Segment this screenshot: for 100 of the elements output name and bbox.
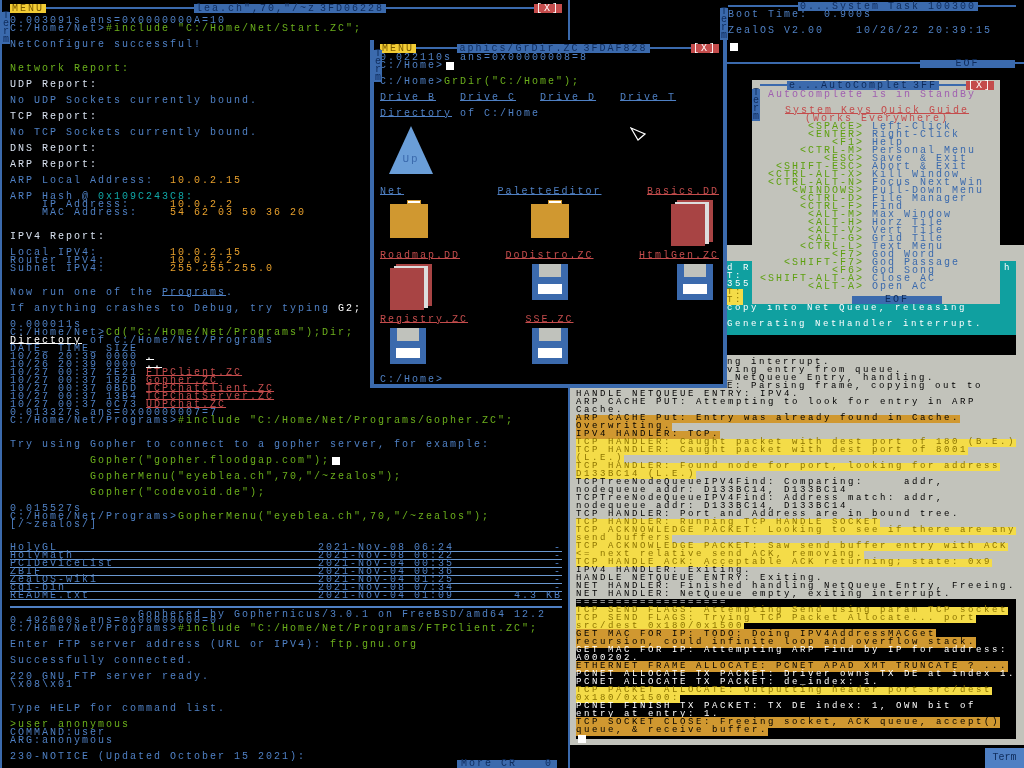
log-line: PCNET ALLOCATE TX PACKET: Driver owns TX DE at index 1. (576, 671, 1017, 679)
file-link[interactable]: Basics.DD (647, 188, 719, 196)
window-title: aphics/GrDir.ZC (457, 43, 582, 53)
heading-text: IPV4 Report: (10, 233, 106, 241)
entry-name-link[interactable]: README.txt (10, 592, 318, 599)
shortcut-action: Close AC (872, 275, 937, 283)
side-tab[interactable]: Term (2, 12, 10, 44)
drive-link[interactable]: Drive T (620, 94, 677, 102)
shortcut-key: <CTRL-L> (760, 243, 864, 251)
window-title: lea.ch",70,"/~z (194, 3, 318, 13)
entry-date: 2021-Nov-04 01:25 (318, 576, 456, 583)
command-text: Cd("C:/Home/Net/Programs");Dir; (106, 329, 355, 337)
shortcut-key: <ESC> (760, 155, 864, 163)
link[interactable]: Programs (162, 289, 227, 297)
shortcut-key: <CTRL-ALT-X> (760, 171, 864, 179)
output-text: of C:/Home/Net/Programs (90, 337, 275, 345)
shortcut-key: <WINDOWS> (760, 187, 864, 195)
mouse-pointer-icon (630, 127, 646, 141)
file-link[interactable]: HtmlGen.ZC (639, 252, 719, 260)
log-line: 355 (727, 281, 751, 289)
term-tab[interactable]: Term (985, 748, 1024, 768)
menu-button[interactable]: MENU (380, 43, 416, 53)
shortcut-key: <SHIFT-ESC> (760, 163, 864, 171)
menu-button[interactable]: MENU (10, 3, 46, 13)
output-text: NetConfigure successful! (10, 41, 203, 49)
drive-link[interactable]: Drive C (460, 94, 517, 102)
output-text: COMMAND:user (10, 729, 106, 737)
output-text: Local IPV4: (10, 249, 98, 257)
window-title: 0...System Task 100300 (797, 1, 978, 11)
entry-date: 2021-Nov-08 06:22 (318, 552, 456, 559)
highlighted-text: G2; (338, 305, 363, 313)
shortcut-action: Open AC (872, 283, 928, 291)
shortcut-key: <CTRL-D> (760, 195, 864, 203)
file-link[interactable]: Registry.ZC (380, 316, 468, 324)
entry-date: 2021-Nov-04 01:09 (318, 592, 456, 599)
output-text: MAC Address: (42, 209, 139, 217)
shortcut-key: <F6> (760, 267, 864, 275)
output-text: [/~zealos/] (10, 521, 98, 529)
entry-name-link[interactable]: HolyGL (10, 544, 318, 551)
file-link[interactable]: TCPChatClient.ZC (146, 385, 275, 393)
entry-name-link[interactable]: PCIDeviceList (10, 560, 318, 567)
value-text: 255.255.255.0 (170, 265, 274, 273)
command-text: ftp.gnu.org (330, 641, 419, 649)
output-text: No UDP Sockets currently bound. (10, 97, 259, 105)
entry-size: - (553, 560, 562, 567)
folder-link[interactable]: PaletteEditor (497, 188, 602, 196)
entry-name-link[interactable]: HolyMath (10, 552, 318, 559)
version-text: ZealOS V2.00 (728, 27, 824, 35)
entry-size: - (554, 584, 562, 591)
side-tab[interactable]: Term (374, 50, 382, 82)
log-fragment: h (1004, 265, 1012, 273)
side-tab[interactable]: Term (720, 8, 728, 40)
folder-link[interactable]: Net (380, 188, 404, 196)
output-text: If anything crashes to Debug, try typing (10, 305, 332, 313)
boot-time-value: 0.900s (824, 11, 873, 19)
value-text: 54 62 03 50 36 20 (170, 209, 307, 217)
side-tab[interactable]: Term (752, 89, 760, 121)
log-line: TCPTreeNodeQueueIPV4Find: Address match: addr, (576, 495, 945, 503)
shortcut-key: <ALT-H> (760, 219, 864, 227)
command-text: GrDir("C:/Home"); (444, 78, 581, 86)
entry-size: - (553, 568, 562, 575)
folder-icon[interactable] (530, 200, 569, 238)
folder-icon[interactable] (390, 200, 428, 238)
book-icon[interactable] (671, 200, 713, 246)
shortcut-key: <ALT-G> (760, 235, 864, 243)
window-title: e...AutoComplet (787, 80, 911, 90)
book-icon[interactable] (390, 264, 432, 310)
log-line: A000202. (576, 655, 640, 663)
file-link[interactable]: Roadmap.DD (380, 252, 460, 260)
value-text: 10.0.2.2 (170, 257, 234, 265)
status-label: More CR (461, 760, 517, 768)
address-text: 0x109C243C8: (98, 193, 195, 201)
entry-size: - (553, 552, 562, 559)
file-link[interactable]: SSE.ZC (525, 316, 574, 324)
output-text: Try using Gopher to connect to a gopher server, for example: (10, 441, 491, 449)
shortcut-key: <CTRL-F> (760, 203, 864, 211)
heading-text: DNS Report: (10, 145, 98, 153)
shortcut-key: <F1> (760, 139, 864, 147)
shortcut-action: Help (872, 139, 904, 147)
file-link[interactable]: DoDistro.ZC (505, 252, 594, 260)
prompt-text: C:/Home> (380, 376, 444, 384)
close-button[interactable]: [X] (691, 43, 719, 53)
drive-link[interactable]: Drive B (380, 94, 436, 102)
shortcut-key: <ALT-M> (760, 211, 864, 219)
status-value: 0 (545, 760, 553, 768)
directory-link[interactable]: Directory (380, 110, 452, 118)
close-button[interactable]: [X] (534, 3, 562, 13)
shortcut-key: <SHIFT-F7> (760, 259, 864, 267)
output-text: Type HELP for command list. (10, 705, 227, 713)
directory-link[interactable]: . (146, 353, 155, 361)
entry-name-link[interactable]: ZBIF (10, 568, 318, 575)
end-of-file-bar: EOF (920, 60, 1015, 68)
command-text: Gopher("gopher.floodgap.com"); (90, 457, 331, 465)
log-line: GET MAC FOR IP: Attempting ARP Find by IP for address: (576, 647, 1009, 655)
log-line: _NetQueue Entry, handling. (727, 375, 936, 383)
drive-link[interactable]: Drive D (540, 94, 597, 102)
output-text: No TCP Sockets currently bound. (10, 129, 259, 137)
log-line: ng interrupt. (727, 359, 831, 367)
boot-label: Boot Time: (728, 11, 808, 19)
close-button[interactable]: [X] (966, 80, 994, 90)
